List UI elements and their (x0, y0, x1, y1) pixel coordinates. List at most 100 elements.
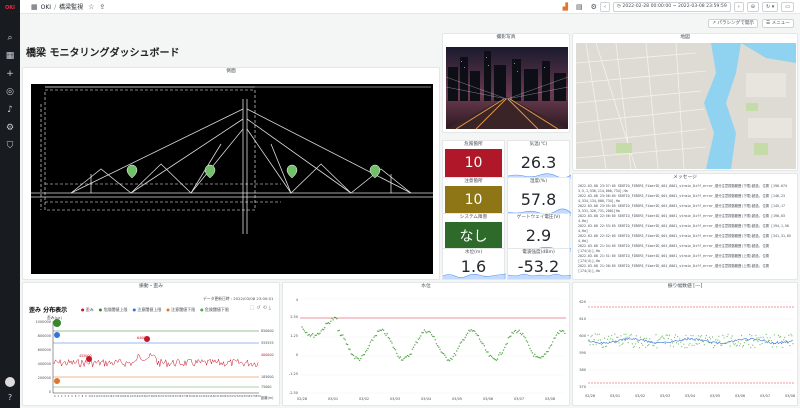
data-point (634, 343, 636, 345)
breadcrumb-root[interactable]: OKI (41, 4, 51, 11)
x-tick: 3 (64, 394, 66, 398)
help-icon[interactable]: ? (8, 393, 12, 402)
strain-updated: データ更新日時 : 2022/03/08 23:00:01 (203, 296, 274, 301)
data-point (645, 346, 647, 348)
data-point (681, 346, 683, 348)
data-point (561, 330, 564, 332)
data-point (495, 359, 498, 361)
plus-icon[interactable]: + (4, 68, 16, 80)
data-point (325, 322, 327, 325)
data-point (763, 338, 765, 340)
vibration-panel: 振り幅数値 [---] 620 610 600 590 580 570 02/2… (572, 282, 798, 406)
data-point (789, 345, 791, 347)
data-point (599, 339, 601, 341)
legend-label: 注意閾値下限 (171, 307, 196, 312)
data-point (746, 340, 748, 342)
save-icon[interactable]: ▤ (576, 3, 583, 11)
data-point (790, 333, 792, 335)
refresh-button[interactable]: ↻ ▾ (761, 1, 779, 12)
time-back-button[interactable]: ‹ (599, 1, 610, 12)
data-point (470, 329, 472, 331)
data-point (780, 336, 782, 338)
x-tick: 0 (54, 394, 56, 398)
data-point (342, 334, 344, 336)
water-chart[interactable]: 4 2.50 1.25 0 -1.25 -2.50 02/28 03/01 03… (286, 293, 568, 403)
data-point (656, 347, 658, 349)
data-point (382, 329, 385, 331)
data-point (330, 320, 332, 322)
map[interactable] (576, 43, 796, 169)
data-point (447, 359, 450, 361)
explore-icon[interactable]: ◎ (4, 86, 16, 98)
data-point (374, 335, 376, 337)
y-tick: 580 (579, 368, 586, 372)
data-point (378, 330, 380, 333)
stat-value: 10 (445, 186, 502, 214)
strain-panel-title: 振動・歪み (139, 284, 163, 289)
data-point (618, 342, 620, 344)
data-point (363, 353, 366, 356)
data-point (524, 337, 526, 339)
data-point (621, 343, 623, 346)
data-point (755, 334, 757, 336)
data-point (670, 339, 672, 341)
data-point (414, 344, 416, 346)
data-point (647, 345, 649, 347)
data-point (782, 346, 784, 349)
panel-link-label: パラシングで開示 (717, 20, 755, 26)
data-point (463, 339, 465, 341)
app-logo[interactable]: OKI (3, 4, 17, 12)
data-point (753, 340, 755, 342)
gear-icon[interactable]: ⚙ (4, 122, 16, 134)
message-list[interactable]: 2022-03-08 23:57:05 SENTIO_FIBER3_FiberI… (575, 184, 795, 277)
data-point (688, 344, 690, 346)
data-point (466, 332, 469, 334)
data-point (462, 339, 464, 341)
bell-icon[interactable]: ♪ (4, 104, 16, 116)
bar-chart-add-icon[interactable]: ▟ (563, 3, 568, 11)
stat-label: ゲートウェイ電圧(V) (516, 215, 561, 220)
strain-chart[interactable]: 1000000 800000 600000 400000 200000 0 85… (27, 319, 277, 403)
search-icon[interactable]: ⌕ (4, 32, 16, 44)
stat-label: 水位(m) (464, 250, 483, 255)
data-point (480, 340, 482, 343)
breadcrumb-current[interactable]: 橋梁監視 (59, 4, 83, 11)
y-tick: 800000 (38, 334, 51, 338)
data-point (547, 350, 549, 353)
dashboards-icon[interactable]: ▦ (4, 50, 16, 62)
y-tick: 620 (579, 300, 586, 304)
data-point (333, 316, 336, 319)
data-point (340, 334, 343, 336)
data-point (405, 356, 408, 358)
star-icon[interactable]: ☆ (88, 3, 94, 11)
avatar[interactable] (5, 377, 15, 387)
time-range-picker[interactable]: ◷ 2022-02-28 00:00:00 ~ 2022-03-08 23:59… (612, 1, 731, 12)
settings-icon[interactable]: ⚙ (591, 3, 597, 11)
data-point (482, 343, 484, 345)
panel-link-button[interactable]: ↗ パラシングで開示 (708, 18, 759, 28)
data-point (541, 355, 543, 358)
data-point (664, 343, 666, 345)
share-icon[interactable]: ⇪ (99, 3, 105, 11)
data-point (442, 352, 445, 355)
download-icon[interactable]: ⤓ (269, 305, 273, 311)
data-point (622, 342, 624, 344)
data-point (391, 342, 393, 344)
data-point (699, 336, 701, 338)
x-tick: 03/04 (421, 397, 432, 401)
tv-mode-button[interactable]: ▭ (781, 1, 794, 12)
data-point (596, 333, 598, 335)
menu-button[interactable]: ☰ メニュー (762, 18, 794, 28)
sidebar: OKI ⌕ ▦ + ◎ ♪ ⚙ ⛉ ? (0, 0, 20, 408)
data-point (428, 330, 430, 333)
vibration-chart[interactable]: 620 610 600 590 580 570 02/28 03/01 03/0… (576, 293, 796, 403)
x-tick: 03/08 (545, 397, 555, 401)
zoom-out-button[interactable]: ⊖ (746, 1, 759, 12)
data-point (505, 343, 507, 346)
y-tick: 0 (296, 353, 298, 357)
time-forward-button[interactable]: › (733, 1, 744, 12)
data-point (379, 329, 381, 331)
data-point (345, 343, 348, 345)
shield-icon[interactable]: ⛉ (4, 140, 16, 152)
message-item: 2022-03-08 21:50:05 SENTIO_FIBER3_FiberI… (578, 264, 770, 273)
